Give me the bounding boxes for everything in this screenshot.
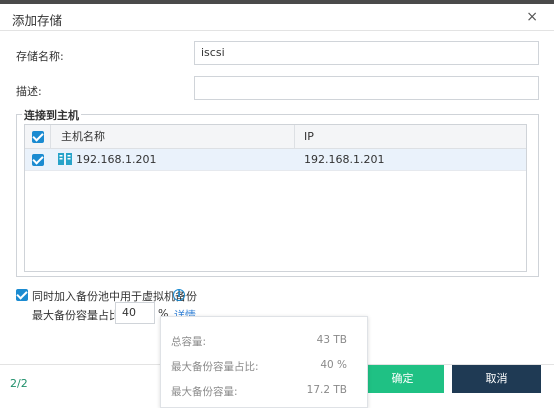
column-divider: [294, 125, 295, 148]
backup-ratio-input[interactable]: 40: [115, 302, 155, 324]
hosts-table: 主机名称 IP 192.168.1.201 192.168.1.201: [24, 124, 527, 272]
info-icon[interactable]: i: [173, 289, 185, 301]
table-header: 主机名称 IP: [25, 125, 526, 149]
host-icon: [58, 153, 72, 165]
backup-pool-checkbox[interactable]: [16, 289, 28, 301]
popup-total-value: 43 TB: [316, 334, 347, 346]
table-row[interactable]: 192.168.1.201 192.168.1.201: [25, 149, 526, 171]
cancel-button[interactable]: 取消: [452, 365, 541, 393]
popup-total-label: 总容量:: [171, 336, 207, 348]
popup-ratio-label: 最大备份容量占比:: [171, 361, 259, 373]
hosts-legend: 连接到主机: [22, 107, 81, 123]
description-input[interactable]: [194, 76, 539, 100]
column-header-ip[interactable]: IP: [304, 125, 314, 148]
popup-capacity-value: 17.2 TB: [306, 384, 347, 396]
popup-capacity-label: 最大备份容量:: [171, 386, 238, 398]
description-label: 描述:: [16, 85, 42, 98]
host-name-cell: 192.168.1.201: [76, 153, 157, 166]
column-header-host-name[interactable]: 主机名称: [61, 125, 105, 148]
backup-ratio-label: 最大备份容量占比:: [32, 309, 124, 322]
select-all-checkbox[interactable]: [32, 131, 44, 143]
host-ip-cell: 192.168.1.201: [304, 153, 385, 166]
popup-ratio-value: 40 %: [320, 359, 347, 371]
dialog-header: 添加存储 ×: [0, 4, 554, 31]
capacity-details-popup: 总容量: 43 TB 最大备份容量占比: 40 % 最大备份容量: 17.2 T…: [160, 316, 368, 408]
close-icon[interactable]: ×: [526, 9, 538, 25]
confirm-button[interactable]: 确定: [361, 365, 444, 393]
page-indicator: 2/2: [10, 377, 28, 390]
column-divider: [50, 125, 51, 148]
storage-name-label: 存储名称:: [16, 50, 64, 63]
dialog-title: 添加存储: [12, 13, 63, 28]
storage-name-input[interactable]: iscsi: [194, 41, 539, 65]
row-checkbox[interactable]: [32, 154, 44, 166]
